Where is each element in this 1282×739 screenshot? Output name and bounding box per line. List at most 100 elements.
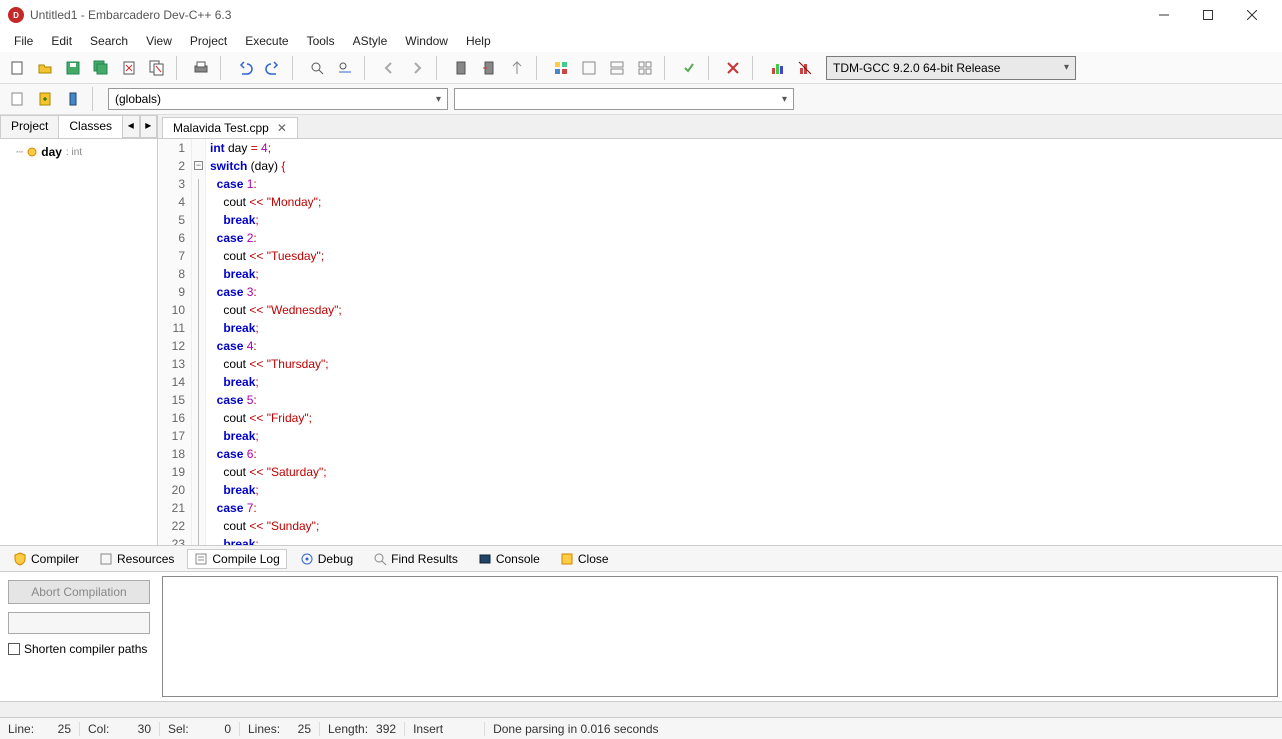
statusbar: Line:25 Col:30 Sel:0 Lines:25 Length:392… (0, 717, 1282, 739)
menu-edit[interactable]: Edit (43, 32, 80, 50)
maximize-button[interactable] (1186, 1, 1230, 29)
goto-bookmark-button[interactable] (476, 55, 502, 81)
menu-help[interactable]: Help (458, 32, 499, 50)
menu-window[interactable]: Window (397, 32, 456, 50)
windows2-button[interactable] (576, 55, 602, 81)
console-icon (478, 552, 492, 566)
tab-scroll-left[interactable]: ◂ (122, 115, 139, 138)
compile-log-output[interactable] (162, 576, 1278, 697)
compile-controls: Abort Compilation Shorten compiler paths (0, 572, 158, 701)
toolbar-separator (92, 87, 98, 111)
shorten-paths-row[interactable]: Shorten compiler paths (8, 642, 150, 656)
window-title: Untitled1 - Embarcadero Dev-C++ 6.3 (30, 8, 1142, 22)
chevron-down-icon: ▾ (782, 94, 787, 105)
tab-classes[interactable]: Classes (58, 115, 123, 138)
undo-button[interactable] (232, 55, 258, 81)
print-button[interactable] (188, 55, 214, 81)
save-button[interactable] (60, 55, 86, 81)
code-body[interactable]: int day = 4;switch (day) { case 1: cout … (206, 139, 1282, 545)
toolbar-separator (536, 56, 542, 80)
profile-button[interactable] (764, 55, 790, 81)
toolbar: TDM-GCC 9.2.0 64-bit Release ▾ (0, 52, 1282, 84)
menu-search[interactable]: Search (82, 32, 136, 50)
menu-project[interactable]: Project (182, 32, 235, 50)
editor-tab[interactable]: Malavida Test.cpp ✕ (162, 117, 298, 138)
save-all-button[interactable] (88, 55, 114, 81)
tree-item-day[interactable]: ┄ day : int (4, 145, 153, 159)
compiler-select[interactable]: TDM-GCC 9.2.0 64-bit Release ▾ (826, 56, 1076, 80)
close-file-button[interactable] (116, 55, 142, 81)
tab-close[interactable]: Close (553, 549, 616, 569)
main-area: Project Classes ◂ ▸ ┄ day : int Malavida… (0, 115, 1282, 545)
resources-icon (99, 552, 113, 566)
bookmark-button[interactable] (448, 55, 474, 81)
tab-compiler[interactable]: Compiler (6, 549, 86, 569)
tab-console[interactable]: Console (471, 549, 547, 569)
insert-button[interactable] (32, 86, 58, 112)
members-combo[interactable]: ▾ (454, 88, 794, 110)
close-window-button[interactable] (1230, 1, 1274, 29)
toolbar-separator (220, 56, 226, 80)
new-source-button[interactable] (4, 86, 30, 112)
tab-scroll-right[interactable]: ▸ (140, 115, 157, 138)
menu-astyle[interactable]: AStyle (345, 32, 396, 50)
menu-execute[interactable]: Execute (237, 32, 296, 50)
globals-combo[interactable]: (globals) ▾ (108, 88, 448, 110)
forward-button[interactable] (404, 55, 430, 81)
windows3-button[interactable] (604, 55, 630, 81)
toolbar-separator (752, 56, 758, 80)
toolbar-secondary: (globals) ▾ ▾ (0, 84, 1282, 115)
find-button[interactable] (304, 55, 330, 81)
close-tab-icon[interactable]: ✕ (277, 121, 287, 135)
toolbar-separator (708, 56, 714, 80)
shorten-paths-label: Shorten compiler paths (24, 642, 147, 656)
menu-file[interactable]: File (6, 32, 41, 50)
new-file-button[interactable] (4, 55, 30, 81)
editor-area: Malavida Test.cpp ✕ 12345678910111213141… (158, 115, 1282, 545)
windows4-button[interactable] (632, 55, 658, 81)
progress-box (8, 612, 150, 634)
tab-project[interactable]: Project (0, 115, 59, 138)
tree-connector-icon: ┄ (16, 145, 23, 159)
close-all-button[interactable] (144, 55, 170, 81)
class-browser: ┄ day : int (0, 139, 157, 545)
windows1-button[interactable] (548, 55, 574, 81)
abort-compilation-button[interactable]: Abort Compilation (8, 580, 150, 604)
toolbar-separator (292, 56, 298, 80)
back-button[interactable] (376, 55, 402, 81)
menu-tools[interactable]: Tools (299, 32, 343, 50)
variable-icon (27, 147, 37, 157)
delete-profile-button[interactable] (792, 55, 818, 81)
toolbar-separator (664, 56, 670, 80)
tab-find-results[interactable]: Find Results (366, 549, 465, 569)
menu-view[interactable]: View (138, 32, 180, 50)
goto-button[interactable] (504, 55, 530, 81)
code-editor[interactable]: 1234567891011121314151617181920212223242… (158, 139, 1282, 545)
minimize-button[interactable] (1142, 1, 1186, 29)
editor-tabs: Malavida Test.cpp ✕ (158, 115, 1282, 139)
titlebar: D Untitled1 - Embarcadero Dev-C++ 6.3 (0, 0, 1282, 30)
chevron-down-icon: ▾ (1064, 62, 1069, 73)
replace-button[interactable] (332, 55, 358, 81)
horizontal-scrollbar[interactable] (0, 701, 1282, 717)
open-button[interactable] (32, 55, 58, 81)
compiler-select-value: TDM-GCC 9.2.0 64-bit Release (833, 61, 1000, 75)
compile-button[interactable] (676, 55, 702, 81)
bottom-panel: Abort Compilation Shorten compiler paths (0, 571, 1282, 701)
save-icon (560, 552, 574, 566)
bookmarks-button[interactable] (60, 86, 86, 112)
checkbox-icon[interactable] (8, 643, 20, 655)
tab-debug[interactable]: Debug (293, 549, 360, 569)
toolbar-separator (436, 56, 442, 80)
bottom-tabs: Compiler Resources Compile Log Debug Fin… (0, 545, 1282, 571)
redo-button[interactable] (260, 55, 286, 81)
tab-resources[interactable]: Resources (92, 549, 181, 569)
sidebar: Project Classes ◂ ▸ ┄ day : int (0, 115, 158, 545)
stop-button[interactable] (720, 55, 746, 81)
app-icon: D (8, 7, 24, 23)
search-icon (373, 552, 387, 566)
toolbar-separator (176, 56, 182, 80)
tab-compile-log[interactable]: Compile Log (187, 549, 286, 569)
shield-icon (13, 552, 27, 566)
menubar: File Edit Search View Project Execute To… (0, 30, 1282, 52)
